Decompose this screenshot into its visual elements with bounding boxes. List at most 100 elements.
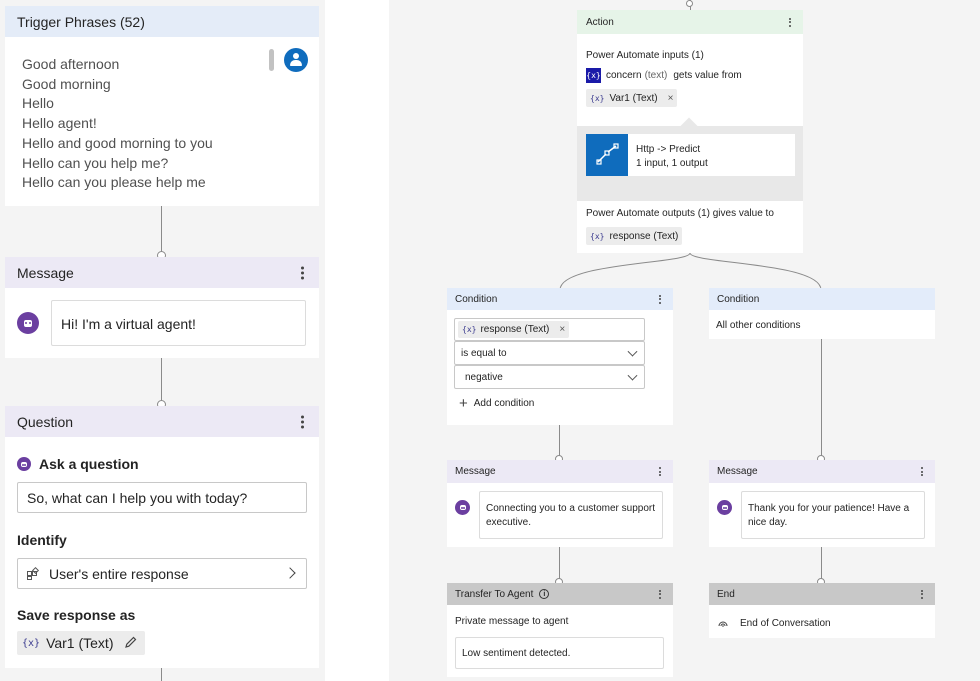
variable-icon: {x} (22, 637, 41, 649)
more-options-icon[interactable] (915, 588, 929, 600)
message-card[interactable]: Message Connecting you to a customer sup… (447, 460, 673, 547)
end-conversation-icon (717, 616, 729, 628)
identify-label: Identify (17, 532, 67, 548)
bot-icon (717, 500, 732, 515)
info-icon[interactable]: i (539, 589, 550, 599)
action-card[interactable]: Action Power Automate inputs (1) {x} con… (577, 10, 803, 253)
list-item: Good afternoon (22, 56, 120, 72)
condition-title: Condition (455, 293, 498, 305)
condition-card[interactable]: Condition {x} response (Text) × is equal… (447, 288, 673, 425)
operator-select[interactable]: is equal to (454, 341, 645, 365)
close-icon[interactable]: × (559, 324, 565, 335)
condition-variable-name: response (Text) (480, 324, 550, 335)
condition-variable-chip[interactable]: {x} response (Text) × (458, 321, 570, 338)
ask-question-label: Ask a question (39, 456, 139, 472)
trigger-phrases-card[interactable]: Trigger Phrases (52) Good afternoon Good… (5, 6, 319, 206)
identify-value: User's entire response (49, 565, 189, 582)
message-header: Message (5, 257, 319, 288)
save-response-label: Save response as (17, 607, 136, 623)
user-avatar (284, 48, 308, 72)
save-variable-chip[interactable]: {x} Var1 (Text) (17, 631, 145, 655)
message-title: Message (455, 466, 496, 477)
trigger-phrases-header: Trigger Phrases (52) (5, 6, 319, 37)
more-options-icon[interactable] (653, 293, 667, 305)
chevron-right-icon (284, 567, 296, 579)
private-message-text: Low sentiment detected. (462, 648, 571, 659)
source-variable-name: Var1 (Text) (609, 92, 658, 104)
more-options-icon[interactable] (783, 16, 797, 28)
all-other-conditions-text: All other conditions (716, 320, 801, 331)
message-title: Message (717, 466, 758, 477)
condition-variable-field[interactable]: {x} response (Text) × (454, 318, 645, 341)
message-text: Connecting you to a customer support exe… (486, 503, 655, 528)
list-item: Hello and good morning to you (22, 134, 213, 151)
flow-card[interactable]: Http -> Predict 1 input, 1 output (586, 134, 795, 176)
end-title: End (717, 588, 735, 600)
trigger-phrases-title: Trigger Phrases (52) (17, 13, 145, 30)
input-variable-name: concern (606, 70, 642, 81)
list-item: Hello (22, 95, 54, 112)
person-icon (293, 53, 299, 59)
bot-icon (455, 500, 470, 515)
end-header: End (709, 583, 935, 605)
source-variable-chip[interactable]: {x} Var1 (Text) × (586, 89, 678, 107)
variable-icon: {x} (590, 93, 605, 103)
message-card[interactable]: Message Hi! I'm a virtual agent! (5, 257, 319, 358)
more-options-icon[interactable] (295, 413, 309, 430)
branch-connector (559, 252, 822, 291)
message-bubble[interactable]: Connecting you to a customer support exe… (479, 491, 663, 539)
flow-title: Http -> Predict (636, 144, 701, 155)
variable-icon: {x} (462, 325, 477, 334)
more-options-icon[interactable] (653, 588, 667, 600)
chevron-down-icon (627, 370, 638, 381)
plus-icon: + (459, 395, 468, 412)
output-variable-chip[interactable]: {x} response (Text) (586, 227, 683, 245)
output-variable-name: response (Text) (609, 230, 679, 242)
private-message-label: Private message to agent (455, 616, 569, 627)
connector-line (821, 547, 822, 579)
end-card[interactable]: End End of Conversation (709, 583, 935, 638)
variable-icon: {x} (590, 231, 605, 241)
connector-node[interactable] (686, 0, 693, 7)
question-title: Question (17, 413, 74, 430)
connector-line (161, 668, 162, 681)
scrollbar[interactable] (269, 49, 274, 71)
inputs-label: Power Automate inputs (1) (586, 50, 704, 61)
condition-header: Condition (447, 288, 673, 310)
more-options-icon[interactable] (915, 466, 929, 478)
question-card[interactable]: Question Ask a question So, what can I h… (5, 406, 319, 668)
connector-line (559, 547, 560, 579)
flow-subtitle: 1 input, 1 output (636, 158, 708, 169)
add-condition-label: Add condition (473, 398, 535, 409)
pencil-icon[interactable] (124, 636, 137, 649)
identify-selector[interactable]: User's entire response (17, 558, 307, 589)
connector-line (161, 358, 162, 401)
more-options-icon[interactable] (653, 466, 667, 478)
close-icon[interactable]: × (668, 93, 674, 104)
connector-line (161, 206, 162, 252)
variable-icon: {x} (586, 68, 601, 83)
message-header: Message (709, 460, 935, 483)
message-card[interactable]: Message Thank you for your patience! Hav… (709, 460, 935, 547)
add-condition-button[interactable]: + Add condition (459, 396, 534, 411)
more-options-icon[interactable] (295, 264, 309, 281)
question-header: Question (5, 406, 319, 437)
message-title: Message (17, 264, 74, 281)
message-bubble[interactable]: Hi! I'm a virtual agent! (51, 300, 306, 346)
list-item: Hello can you please help me (22, 174, 206, 191)
bot-icon (17, 312, 39, 334)
transfer-card[interactable]: Transfer To Agent i Private message to a… (447, 583, 673, 677)
condition-header: Condition (709, 288, 935, 310)
power-automate-icon (586, 134, 628, 176)
variable-name: Var1 (Text) (46, 635, 114, 651)
condition-title: Condition (717, 293, 760, 305)
question-text-input[interactable]: So, what can I help you with today? (17, 482, 307, 513)
condition-card[interactable]: Condition All other conditions (709, 288, 935, 339)
message-bubble[interactable]: Thank you for your patience! Have a nice… (741, 491, 925, 539)
connector-line (821, 339, 822, 456)
value-select[interactable]: negative (454, 365, 645, 389)
input-variable: {x} concern (text) gets value from (586, 68, 742, 83)
transfer-title: Transfer To Agent (455, 588, 534, 600)
private-message-input[interactable]: Low sentiment detected. (455, 637, 664, 669)
message-header: Message (447, 460, 673, 483)
